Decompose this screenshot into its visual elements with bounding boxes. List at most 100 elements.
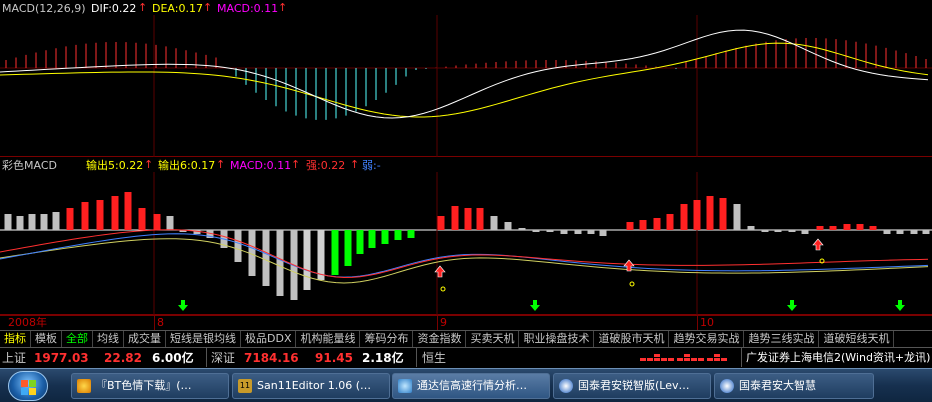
histogram-bar <box>747 226 755 230</box>
histogram-bar <box>96 200 104 230</box>
out5-up-arrow-icon: ↑ <box>144 158 154 171</box>
taskbar-item-label: 国泰君安锐智版(Lev… <box>578 379 690 392</box>
sell-signal-arrow-icon <box>895 300 905 311</box>
histogram-bar <box>816 226 824 230</box>
histogram-bar <box>574 230 582 234</box>
windows-logo-icon <box>29 380 36 387</box>
histogram-bar <box>81 202 89 230</box>
weak-label: 弱:- <box>362 159 381 172</box>
histogram-bar <box>331 230 339 275</box>
dif-up-arrow-icon: ↑ <box>138 1 148 14</box>
histogram-bar <box>124 192 132 230</box>
macd-chart <box>0 15 932 157</box>
tab-trend-three-lines[interactable]: 趋势三线实战 <box>744 331 820 347</box>
tab-volume[interactable]: 成交量 <box>124 331 166 347</box>
macd-value-label: MACD:0.11 <box>217 2 279 15</box>
news-ticker[interactable]: 广发证券上海电信2(Wind资讯+龙讯) <box>746 348 930 368</box>
tab-short-silver-ma[interactable]: 短线是银均线 <box>166 331 241 347</box>
windows-logo-icon <box>29 388 36 395</box>
taskbar-item-gtja-dzh[interactable]: 国泰君安大智慧 <box>714 373 874 399</box>
histogram-bar <box>599 230 607 236</box>
histogram-bar <box>66 208 74 230</box>
axis-tick <box>437 316 438 330</box>
histogram-bar <box>856 224 864 230</box>
sz-index: 7184.16 <box>244 351 299 365</box>
histogram-bar <box>896 230 904 234</box>
histogram-bar <box>518 228 526 230</box>
tab-indicator[interactable]: 指标 <box>0 331 31 347</box>
out6-line <box>0 238 929 284</box>
macd-pane[interactable]: MACD(12,26,9) DIF:0.22 ↑ DEA:0.17 ↑ MACD… <box>0 0 932 157</box>
taskbar-item-tdx[interactable]: 通达信高速行情分析… <box>392 373 550 399</box>
sell-signal-arrow-icon <box>178 300 188 311</box>
cross-point-marker <box>629 281 635 287</box>
histogram-bar <box>639 220 647 230</box>
histogram-bar <box>788 230 796 232</box>
tab-template[interactable]: 模板 <box>31 331 62 347</box>
histogram-bar <box>843 224 851 230</box>
editor-icon: 11 <box>238 379 252 393</box>
histogram-bar <box>344 230 352 266</box>
hs-name[interactable]: 恒生 <box>422 348 446 368</box>
tab-pro-trading[interactable]: 职业操盘技术 <box>519 331 595 347</box>
taskbar-item-browser[interactable]: 『BT色情下载』(… <box>71 373 229 399</box>
month-label-10: 10 <box>700 316 714 329</box>
tab-buy-sell-secret[interactable]: 买卖天机 <box>466 331 520 347</box>
histogram-bar <box>653 218 661 230</box>
histogram-bar <box>829 226 837 230</box>
macd-title: MACD(12,26,9) <box>2 2 86 15</box>
tab-moving-average[interactable]: 均线 <box>93 331 124 347</box>
sz-name[interactable]: 深证 <box>211 348 235 368</box>
tab-chip-distribution[interactable]: 筹码分布 <box>360 331 414 347</box>
histogram-bar <box>869 226 877 230</box>
taskbar-item-label: 通达信高速行情分析… <box>417 379 527 392</box>
tab-market-secret[interactable]: 道破股市天机 <box>594 331 670 347</box>
shield-icon <box>559 379 573 393</box>
divider <box>416 347 417 367</box>
taskbar-item-label: San11Editor 1.06 (… <box>257 379 372 392</box>
histogram-bar <box>40 214 48 230</box>
histogram-bar <box>546 230 554 232</box>
histogram-bar <box>381 230 389 244</box>
windows-taskbar: 『BT色情下载』(… 11 San11Editor 1.06 (… 通达信高速行… <box>0 368 932 402</box>
windows-logo-icon <box>21 380 28 387</box>
histogram-bar <box>234 230 242 262</box>
histogram-bar <box>166 216 174 230</box>
histogram-bar <box>666 214 674 230</box>
sz-change: 91.45 <box>315 351 353 365</box>
sh-name[interactable]: 上证 <box>2 348 26 368</box>
trading-app: MACD(12,26,9) DIF:0.22 ↑ DEA:0.17 ↑ MACD… <box>0 0 932 402</box>
taskbar-item-editor[interactable]: 11 San11Editor 1.06 (… <box>232 373 390 399</box>
histogram-bar <box>153 214 161 230</box>
gear-icon <box>398 379 412 393</box>
cmacd-value-label: MACD:0.11 <box>230 159 292 172</box>
histogram-bar <box>761 230 769 232</box>
strong-up-arrow-icon: ↑ <box>350 158 360 171</box>
taskbar-item-label: 国泰君安大智慧 <box>739 379 816 392</box>
cmacd-up-arrow-icon: ↑ <box>291 158 301 171</box>
histogram-bar <box>262 230 270 286</box>
histogram-bar <box>111 196 119 230</box>
tab-short-secret[interactable]: 道破短线天机 <box>819 331 895 347</box>
tab-institution-energy[interactable]: 机构能量线 <box>296 331 361 347</box>
tab-ddx[interactable]: 极品DDX <box>241 331 297 347</box>
taskbar-item-gtja-ruizhi[interactable]: 国泰君安锐智版(Lev… <box>553 373 711 399</box>
histogram-bar <box>16 216 24 230</box>
taskbar-item-label: 『BT色情下载』(… <box>96 379 192 392</box>
tab-all[interactable]: 全部 <box>62 331 93 347</box>
time-axis: 2008年 8 9 10 <box>0 315 932 330</box>
cross-point-marker <box>440 286 446 292</box>
histogram-bar <box>368 230 376 248</box>
tab-fund-index[interactable]: 资金指数 <box>413 331 467 347</box>
histogram-bar <box>719 198 727 230</box>
windows-logo-icon <box>21 388 28 395</box>
histogram-bar <box>801 230 809 234</box>
histogram-bar <box>4 214 12 230</box>
histogram-bar <box>437 216 445 230</box>
out5-label: 输出5:0.22 <box>86 159 144 172</box>
histogram-bar <box>317 230 325 280</box>
color-macd-pane[interactable]: 彩色MACD 输出5:0.22 ↑ 输出6:0.17 ↑ MACD:0.11 ↑… <box>0 157 932 315</box>
start-button[interactable] <box>8 371 48 401</box>
tab-trend-trading[interactable]: 趋势交易实战 <box>669 331 745 347</box>
histogram-bar <box>394 230 402 240</box>
